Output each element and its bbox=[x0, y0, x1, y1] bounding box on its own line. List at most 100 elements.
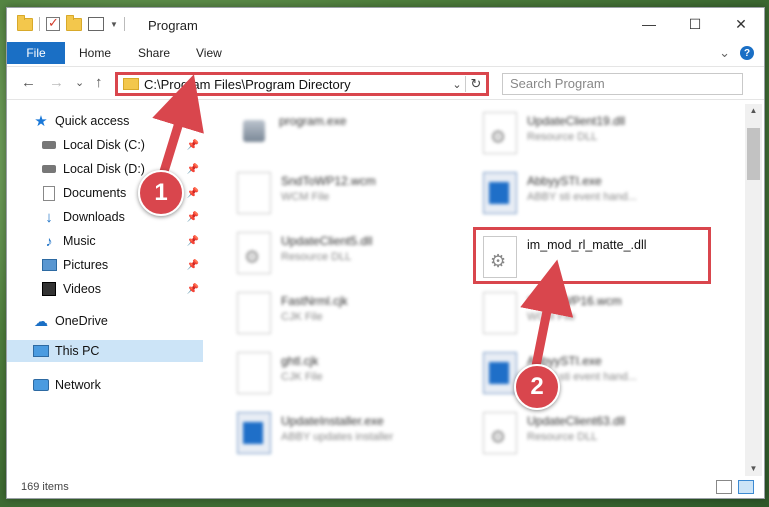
music-icon: ♪ bbox=[45, 233, 53, 249]
details-view-icon[interactable] bbox=[716, 480, 732, 494]
status-bar: 169 items bbox=[7, 476, 764, 498]
address-bar[interactable]: C:\Program Files\Program Directory ⌄ ↻ bbox=[115, 72, 489, 96]
sidebar-item-label: Music bbox=[63, 234, 96, 248]
sidebar-item-label: Network bbox=[55, 378, 101, 392]
pin-icon[interactable]: 📌 bbox=[187, 260, 199, 271]
tab-home[interactable]: Home bbox=[79, 46, 111, 60]
blank-file-icon bbox=[483, 292, 517, 334]
expand-ribbon-icon[interactable]: ⌄ bbox=[719, 45, 730, 61]
file-name: AbbyySTI.exe bbox=[527, 174, 602, 188]
item-count: 169 items bbox=[21, 481, 69, 493]
minimize-button[interactable]: — bbox=[626, 8, 672, 40]
sidebar-item-music[interactable]: ♪ Music 📌 bbox=[7, 230, 203, 252]
back-button[interactable]: ← bbox=[21, 74, 36, 91]
help-icon[interactable]: ? bbox=[740, 46, 754, 60]
star-icon: ★ bbox=[34, 113, 48, 130]
file-item-fastnrml-cjk[interactable]: FastNrml.cjk CJK File bbox=[237, 292, 477, 344]
ribbon-tabs: File Home Share View ⌄ ? bbox=[7, 42, 764, 64]
ribbon-right-controls: ⌄ ? bbox=[719, 45, 754, 61]
recent-locations-button[interactable]: ⌄ bbox=[75, 76, 84, 89]
scroll-up-icon[interactable]: ▲ bbox=[745, 104, 762, 118]
pin-icon[interactable]: 📌 bbox=[187, 284, 199, 295]
address-dropdown-icon[interactable]: ⌄ bbox=[449, 78, 465, 91]
file-item-updateinstaller-exe[interactable]: UpdateInstaller.exe ABBY updates install… bbox=[237, 412, 477, 464]
file-description: WCM File bbox=[527, 311, 576, 323]
close-button[interactable]: ✕ bbox=[718, 8, 764, 40]
file-item-program-exe[interactable]: program.exe bbox=[237, 112, 477, 164]
sidebar-item-videos[interactable]: Videos 📌 bbox=[7, 278, 203, 300]
view-properties-icon[interactable] bbox=[88, 17, 104, 31]
file-item-updateclient5-dll[interactable]: UpdateClient5.dll Resource DLL bbox=[237, 232, 477, 284]
folder-icon bbox=[17, 14, 33, 31]
properties-check-icon[interactable] bbox=[46, 15, 60, 31]
up-button[interactable]: ↑ bbox=[95, 74, 103, 91]
sidebar-item-pictures[interactable]: Pictures 📌 bbox=[7, 254, 203, 276]
vertical-scrollbar[interactable]: ▲ ▼ bbox=[745, 104, 762, 476]
network-icon bbox=[33, 378, 49, 392]
app-file-icon bbox=[483, 352, 517, 394]
sidebar-item-local-disk-c[interactable]: Local Disk (C:) 📌 bbox=[7, 134, 203, 156]
address-row: ← → ⌄ ↑ C:\Program Files\Program Directo… bbox=[7, 66, 764, 100]
search-input[interactable]: Search Program bbox=[502, 73, 743, 95]
new-folder-icon[interactable] bbox=[66, 14, 82, 31]
step-1-badge: 1 bbox=[138, 170, 184, 216]
file-item-updateclient19-dll[interactable]: UpdateClient19.dll Resource DLL bbox=[483, 112, 723, 164]
file-description: ABBY updates installer bbox=[281, 431, 394, 443]
sidebar-item-onedrive[interactable]: ☁ OneDrive bbox=[7, 310, 203, 332]
file-name: program.exe bbox=[279, 114, 347, 128]
refresh-icon[interactable]: ↻ bbox=[465, 76, 486, 92]
blank-file-icon bbox=[237, 352, 271, 394]
file-name: ghtl.cjk bbox=[281, 354, 319, 368]
customize-toolbar-caret-icon[interactable]: ▼ bbox=[110, 20, 118, 29]
pc-icon bbox=[33, 344, 49, 358]
sidebar-item-label: Local Disk (D:) bbox=[63, 162, 145, 176]
pin-icon[interactable]: 📌 bbox=[187, 212, 199, 223]
file-item-abbyysti-exe[interactable]: AbbyySTI.exe ABBY sti event hand... bbox=[483, 172, 723, 224]
sidebar-item-label: Pictures bbox=[63, 258, 109, 272]
tiles-view-icon[interactable] bbox=[738, 480, 754, 494]
file-name: SndToWP16.wcm bbox=[527, 294, 622, 308]
pin-icon[interactable]: 📌 bbox=[187, 164, 199, 175]
sidebar-item-label: Local Disk (C:) bbox=[63, 138, 145, 152]
pin-icon[interactable]: 📌 bbox=[187, 140, 199, 151]
sidebar-item-quick-access[interactable]: ★ Quick access bbox=[7, 110, 203, 132]
disk-icon bbox=[41, 138, 57, 152]
pin-icon[interactable]: 📌 bbox=[187, 188, 199, 199]
toolbar-divider bbox=[123, 17, 125, 31]
sidebar-item-label: OneDrive bbox=[55, 314, 108, 328]
file-description: Resource DLL bbox=[281, 251, 352, 263]
documents-icon bbox=[41, 185, 57, 201]
quick-access-toolbar: ▼ bbox=[17, 14, 125, 31]
tab-view[interactable]: View bbox=[196, 46, 222, 60]
view-toggle bbox=[716, 480, 754, 494]
window-title: Program bbox=[148, 18, 198, 33]
forward-button[interactable]: → bbox=[49, 74, 64, 91]
file-item-sndtowp12-wcm[interactable]: SndToWP12.wcm WCM File bbox=[237, 172, 477, 224]
file-name: UpdateInstaller.exe bbox=[281, 414, 384, 428]
pictures-icon bbox=[41, 258, 57, 272]
tab-share[interactable]: Share bbox=[138, 46, 170, 60]
file-item-ghtl-cjk[interactable]: ghtl.cjk CJK File bbox=[237, 352, 477, 404]
address-path[interactable]: C:\Program Files\Program Directory bbox=[144, 77, 449, 92]
file-list: program.exe UpdateClient19.dll Resource … bbox=[211, 104, 741, 476]
maximize-button[interactable]: ☐ bbox=[672, 8, 718, 40]
sidebar-item-label: Downloads bbox=[63, 210, 125, 224]
dll-file-icon bbox=[483, 412, 517, 454]
cloud-icon: ☁ bbox=[34, 312, 48, 329]
app-file-icon bbox=[483, 172, 517, 214]
download-icon: ↓ bbox=[45, 208, 53, 226]
scrollbar-thumb[interactable] bbox=[747, 128, 760, 180]
file-name: UpdateClient19.dll bbox=[527, 114, 626, 128]
file-name: UpdateClient5.dll bbox=[281, 234, 373, 248]
file-name: UpdateClient63.dll bbox=[527, 414, 626, 428]
address-folder-icon bbox=[123, 78, 139, 90]
file-item-updateclient63-dll[interactable]: UpdateClient63.dll Resource DLL bbox=[483, 412, 723, 464]
file-item-sndtowp16-wcm[interactable]: SndToWP16.wcm WCM File bbox=[483, 292, 723, 344]
sidebar-item-network[interactable]: Network bbox=[7, 374, 203, 396]
pin-icon[interactable]: 📌 bbox=[187, 236, 199, 247]
sidebar-item-this-pc[interactable]: This PC bbox=[7, 340, 203, 362]
tab-file[interactable]: File bbox=[7, 42, 65, 64]
scroll-down-icon[interactable]: ▼ bbox=[745, 462, 762, 476]
file-description: CJK File bbox=[281, 311, 323, 323]
file-description: WCM File bbox=[281, 191, 330, 203]
